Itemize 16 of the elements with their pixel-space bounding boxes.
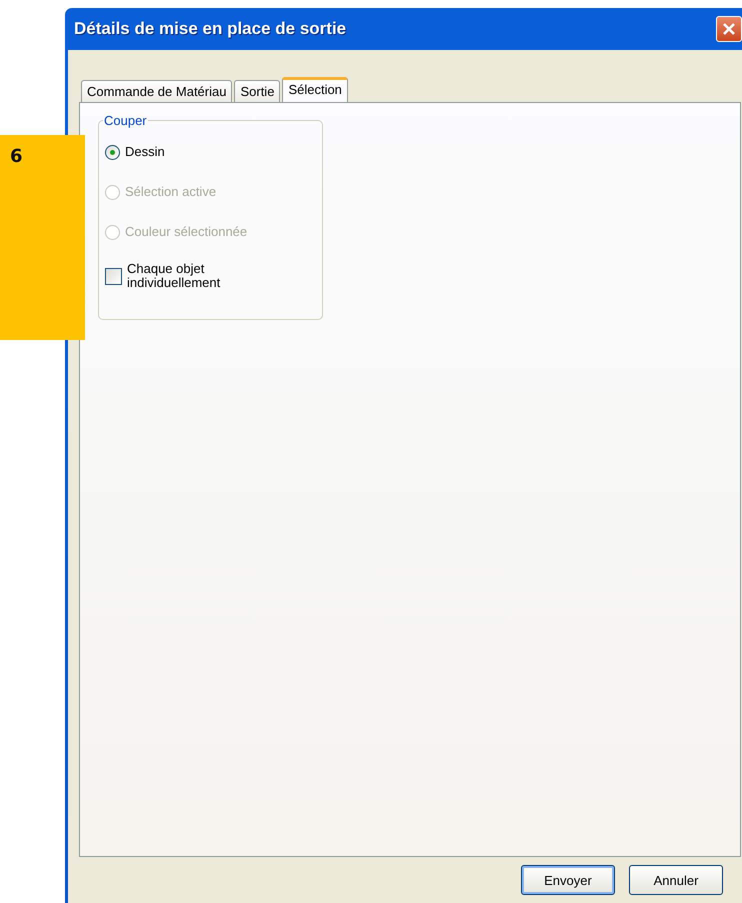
dialog-button[interactable]: Envoyer [521,865,615,895]
checkbox-icon [105,268,122,284]
tab[interactable]: Commande de Matériau [81,80,232,102]
callout-label: 6 [0,135,85,340]
window-title: Détails de mise en place de sortie [74,19,348,39]
close-icon [721,21,737,37]
tab[interactable]: Sélection [282,77,348,103]
tab[interactable]: Sortie [234,80,280,102]
radio-button-icon [105,224,120,240]
checkbox-option[interactable]: Chaque objet individuellement [105,252,316,300]
radio-button-icon [105,144,120,160]
radio-button-icon [105,184,120,200]
group-title: Couper [103,113,148,128]
dialog-button[interactable]: Annuler [629,865,723,895]
radio-option[interactable]: Dessin [105,132,316,172]
close-button[interactable] [716,16,742,42]
